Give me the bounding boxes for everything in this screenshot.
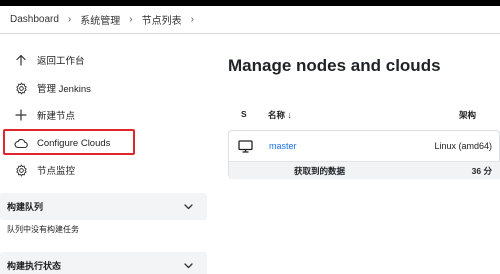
chevron-down-icon[interactable] bbox=[184, 261, 193, 271]
task-label: Configure Clouds bbox=[37, 137, 111, 149]
footer-value: 36 分 bbox=[471, 166, 492, 176]
breadcrumb-node-list[interactable]: 节点列表 bbox=[142, 12, 182, 27]
task-configure-clouds[interactable]: Configure Clouds bbox=[14, 136, 110, 150]
breadcrumb: Dashboard › 系统管理 › 节点列表 › bbox=[0, 6, 500, 34]
task-node-monitoring[interactable]: 节点监控 bbox=[14, 163, 75, 177]
breadcrumb-separator-icon: › bbox=[190, 14, 194, 25]
task-label: 节点监控 bbox=[37, 166, 76, 177]
task-new-node[interactable]: 新建节点 bbox=[14, 108, 75, 122]
column-header-name[interactable]: 名称 ↓ bbox=[268, 109, 292, 121]
executor-status-title: 构建执行状态 bbox=[7, 261, 62, 271]
chevron-down-icon[interactable] bbox=[184, 202, 193, 212]
table-header: S 名称 ↓ 架构 bbox=[228, 104, 500, 124]
task-back-to-dashboard[interactable]: 返回工作台 bbox=[14, 53, 85, 67]
arrow-up-icon bbox=[14, 53, 28, 67]
page-title: Manage nodes and clouds bbox=[228, 56, 441, 75]
build-queue-title: 构建队列 bbox=[7, 202, 44, 212]
build-queue-empty-text: 队列中没有构建任务 bbox=[7, 225, 79, 234]
table-row: master Linux (amd64) bbox=[229, 131, 500, 161]
column-header-arch[interactable]: 架构 bbox=[459, 109, 476, 121]
task-manage-jenkins[interactable]: 管理 Jenkins bbox=[14, 81, 91, 95]
node-arch: Linux (amd64) bbox=[434, 141, 492, 151]
breadcrumb-separator-icon: › bbox=[129, 14, 133, 25]
nodes-table: master Linux (amd64) 获取到的数据 36 分 bbox=[228, 130, 500, 179]
build-queue-header[interactable]: 构建队列 bbox=[0, 193, 207, 220]
task-label: 返回工作台 bbox=[37, 56, 85, 67]
plus-icon bbox=[14, 108, 28, 122]
footer-label: 获取到的数据 bbox=[294, 166, 346, 176]
breadcrumb-dashboard[interactable]: Dashboard bbox=[10, 14, 59, 25]
executor-status-header[interactable]: 构建执行状态 bbox=[0, 252, 207, 274]
cloud-icon bbox=[14, 136, 28, 150]
gear-icon bbox=[14, 163, 28, 177]
task-label: 新建节点 bbox=[37, 111, 76, 122]
gear-icon bbox=[14, 81, 28, 95]
breadcrumb-separator-icon: › bbox=[67, 14, 72, 25]
node-link-master[interactable]: master bbox=[269, 141, 297, 151]
task-label: 管理 Jenkins bbox=[37, 84, 91, 95]
column-header-status[interactable]: S bbox=[241, 109, 247, 119]
table-footer-row: 获取到的数据 36 分 bbox=[229, 161, 500, 179]
breadcrumb-manage-system[interactable]: 系统管理 bbox=[80, 12, 120, 27]
monitor-icon bbox=[238, 140, 253, 155]
